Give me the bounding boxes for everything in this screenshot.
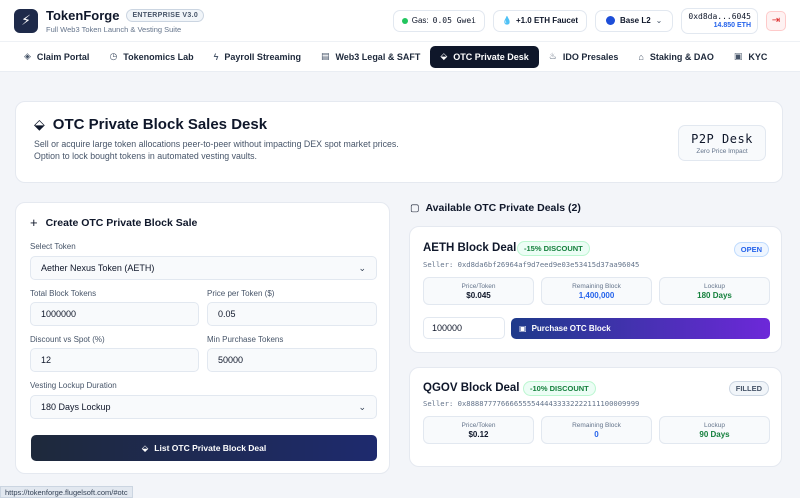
- chevron-down-icon: ⌄: [655, 16, 663, 25]
- deal-name: QGOV Block Deal: [423, 382, 520, 394]
- remaining-stat: Remaining Block 1,400,000: [541, 277, 652, 305]
- clock-icon: ◷: [109, 51, 118, 61]
- deals-title: Available OTC Private Deals (2): [425, 202, 581, 214]
- price-per-token-input[interactable]: 0.05: [207, 302, 377, 326]
- list-otc-deal-button[interactable]: ⬙ List OTC Private Block Deal: [31, 435, 377, 461]
- deal-card-qgov: QGOV Block Deal -10% DISCOUNT FILLED Sel…: [409, 367, 782, 467]
- min-purchase-label: Min Purchase Tokens: [207, 335, 284, 344]
- discount-badge: -15% DISCOUNT: [517, 241, 590, 256]
- seller-address: Seller: 0xd8da6bf26964af9d7eed9e03e53415…: [423, 260, 640, 269]
- token-select[interactable]: Aether Nexus Token (AETH) ⌄: [30, 256, 377, 280]
- document-icon: ▤: [320, 51, 330, 61]
- page-description: Sell or acquire large token allocations …: [34, 139, 399, 161]
- tab-ido-presales[interactable]: ♨ IDO Presales: [539, 46, 629, 68]
- discount-label: Discount vs Spot (%): [30, 335, 105, 344]
- status-dot-icon: [401, 17, 408, 24]
- price-per-token-label: Price per Token ($): [207, 289, 275, 298]
- page-title: OTC Private Block Sales Desk: [52, 116, 268, 133]
- remaining-stat: Remaining Block 0: [541, 416, 652, 444]
- plus-icon: +: [30, 215, 38, 230]
- gas-label: Gas:: [411, 16, 429, 25]
- chevron-down-icon: ⌄: [358, 401, 366, 412]
- id-icon: ▣: [733, 51, 743, 61]
- deals-header: ▢ Available OTC Private Deals (2): [410, 202, 581, 214]
- p2p-badge-title: P2P Desk: [691, 131, 753, 146]
- bank-icon: ⌂: [638, 51, 644, 62]
- tag-icon: ⬙: [440, 51, 448, 61]
- form-title: Create OTC Private Block Sale: [45, 216, 198, 229]
- lockup-stat: Lockup 90 Days: [659, 416, 770, 444]
- total-tokens-label: Total Block Tokens: [30, 289, 97, 298]
- layers-icon: ◈: [24, 51, 31, 61]
- min-purchase-input[interactable]: 50000: [207, 348, 377, 372]
- version-badge: ENTERPRISE V3.0: [126, 8, 205, 22]
- select-token-label: Select Token: [30, 242, 76, 251]
- faucet-label: +1.0 ETH Faucet: [515, 16, 578, 25]
- droplet-icon: 💧: [501, 16, 512, 25]
- tab-claim-portal[interactable]: ◈ Claim Portal: [14, 46, 99, 68]
- discount-input[interactable]: 12: [30, 348, 199, 372]
- discount-badge: -10% DISCOUNT: [523, 381, 596, 396]
- chevron-down-icon: ⌄: [358, 262, 366, 273]
- base-network-icon: [605, 16, 615, 25]
- tab-otc-private-desk[interactable]: ⬙ OTC Private Desk: [430, 45, 539, 68]
- browser-status-url: https://tokenforge.flugelsoft.com/#otc: [0, 486, 133, 498]
- create-otc-form: + Create OTC Private Block Sale Select T…: [15, 202, 390, 474]
- seller-address: Seller: 0x888877776666555544443333222211…: [423, 399, 640, 408]
- network-name: Base L2: [619, 16, 651, 25]
- tab-web3-legal-saft[interactable]: ▤ Web3 Legal & SAFT: [311, 46, 430, 68]
- price-stat: Price/Token $0.045: [423, 277, 534, 305]
- purchase-otc-block-button[interactable]: ▣ Purchase OTC Block: [511, 318, 770, 339]
- status-badge: OPEN: [733, 242, 769, 257]
- deal-name: AETH Block Deal: [423, 242, 517, 254]
- bolt-logo-icon[interactable]: ⚡: [14, 8, 38, 33]
- hero-panel: ⬙ OTC Private Block Sales Desk Sell or a…: [15, 101, 783, 183]
- price-stat: Price/Token $0.12: [423, 416, 534, 444]
- tab-kyc[interactable]: ▣ KYC: [724, 46, 778, 68]
- tab-tokenomics-lab[interactable]: ◷ Tokenomics Lab: [99, 46, 203, 68]
- bag-icon: ▣: [519, 324, 527, 333]
- brand: TokenForge ENTERPRISE V3.0 Full Web3 Tok…: [46, 7, 205, 34]
- p2p-desk-badge: P2P Desk Zero Price Impact: [678, 125, 766, 161]
- network-selector[interactable]: Base L2 ⌄: [594, 9, 674, 32]
- brand-subtitle: Full Web3 Token Launch & Vesting Suite: [46, 24, 182, 34]
- brand-name: TokenForge: [46, 7, 120, 23]
- gas-indicator: Gas: 0.05 Gwei: [392, 9, 485, 32]
- logout-button[interactable]: ⇥: [766, 10, 786, 31]
- bag-icon: ▢: [410, 202, 420, 214]
- flame-icon: ♨: [548, 51, 557, 61]
- tag-icon: ⬙: [141, 442, 149, 453]
- total-tokens-input[interactable]: 1000000: [30, 302, 199, 326]
- gas-value: 0.05 Gwei: [432, 16, 476, 25]
- wallet-info[interactable]: 0xd8da...6045 14.850 ETH: [681, 7, 758, 34]
- tab-staking-dao[interactable]: ⌂ Staking & DAO: [628, 46, 723, 68]
- deal-card-aeth: AETH Block Deal -15% DISCOUNT OPEN Selle…: [409, 226, 782, 353]
- p2p-badge-subtitle: Zero Price Impact: [696, 147, 748, 155]
- faucet-button[interactable]: 💧 +1.0 ETH Faucet: [492, 9, 587, 32]
- lockup-label: Vesting Lockup Duration: [30, 381, 117, 390]
- logout-icon: ⇥: [771, 15, 781, 26]
- lockup-select[interactable]: 180 Days Lockup ⌄: [30, 395, 377, 419]
- bolt-icon: ϟ: [213, 51, 219, 62]
- main-nav: ◈ Claim Portal ◷ Tokenomics Lab ϟ Payroll S…: [0, 42, 800, 72]
- purchase-quantity-input[interactable]: 100000: [423, 317, 505, 339]
- wallet-balance: 14.850 ETH: [713, 22, 751, 29]
- app-header: ⚡ TokenForge ENTERPRISE V3.0 Full Web3 T…: [0, 0, 800, 42]
- tab-payroll-streaming[interactable]: ϟ Payroll Streaming: [204, 46, 311, 68]
- lockup-stat: Lockup 180 Days: [659, 277, 770, 305]
- status-badge: FILLED: [728, 381, 769, 396]
- wallet-address: 0xd8da...6045: [688, 12, 751, 21]
- tag-icon: ⬙: [34, 116, 45, 132]
